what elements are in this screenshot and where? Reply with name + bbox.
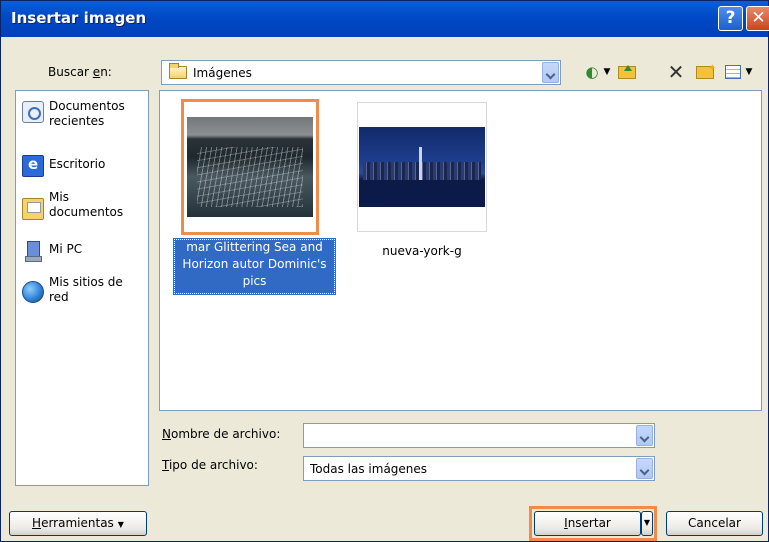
new-folder-icon[interactable] — [694, 58, 716, 83]
place-label: Documentos recientes — [49, 99, 125, 128]
place-label: Mis documentos — [49, 190, 124, 219]
folder-icon — [169, 63, 187, 79]
filename-label: Nombre de archivo: — [162, 427, 281, 441]
recent-documents-icon — [22, 101, 44, 123]
filename-input[interactable] — [303, 423, 655, 448]
my-documents-icon — [22, 198, 44, 220]
filetype-label: Tipo de archivo: — [162, 458, 258, 472]
look-in-label: Buscar en: — [48, 65, 112, 79]
insert-image-dialog: Insertar imagen ? ✕ Buscar en: Imágenes … — [0, 0, 769, 542]
look-in-dropdown[interactable]: Imágenes — [161, 60, 561, 85]
filetype-dropdown[interactable]: Todas las imágenes — [303, 456, 655, 481]
delete-icon[interactable]: ✕ — [665, 61, 687, 83]
insert-dropdown-button[interactable]: ▼ — [641, 511, 653, 536]
new-york-image — [359, 127, 485, 207]
back-dropdown-icon[interactable]: ▼ — [602, 61, 612, 83]
sea-image — [187, 117, 313, 217]
place-label: Mis sitios de red — [49, 275, 123, 304]
look-in-value: Imágenes — [193, 66, 252, 80]
place-label: Escritorio — [49, 157, 106, 171]
tools-button[interactable]: Herramientas ▼ — [9, 511, 147, 536]
cancel-button[interactable]: Cancelar — [666, 511, 763, 536]
file-thumbnail-new-york[interactable] — [357, 102, 487, 232]
close-button[interactable]: ✕ — [746, 6, 769, 31]
insert-button[interactable]: Insertar — [534, 511, 641, 536]
places-bar: Documentos recientes Escritorio Mis docu… — [15, 90, 149, 486]
back-arrow-icon[interactable]: ◐ — [581, 61, 603, 83]
help-button[interactable]: ? — [718, 6, 743, 31]
chevron-down-icon[interactable] — [636, 458, 653, 479]
chevron-down-icon[interactable] — [542, 62, 559, 83]
views-icon[interactable] — [722, 61, 744, 83]
views-dropdown-icon[interactable]: ▼ — [744, 61, 754, 83]
place-label: Mi PC — [49, 242, 83, 256]
desktop-icon — [22, 155, 44, 177]
file-name[interactable]: nueva-york-g — [357, 244, 487, 258]
filetype-value: Todas las imágenes — [310, 462, 428, 476]
network-places-icon — [22, 281, 44, 303]
my-computer-icon — [22, 240, 44, 262]
file-thumbnail-sea[interactable] — [181, 99, 319, 235]
window-title: Insertar imagen — [11, 9, 147, 27]
chevron-down-icon[interactable] — [636, 425, 653, 446]
title-bar[interactable]: Insertar imagen ? ✕ — [1, 1, 769, 37]
file-name-selected[interactable]: mar Glittering Sea and Horizon autor Dom… — [173, 238, 336, 295]
up-folder-icon[interactable] — [616, 61, 638, 83]
